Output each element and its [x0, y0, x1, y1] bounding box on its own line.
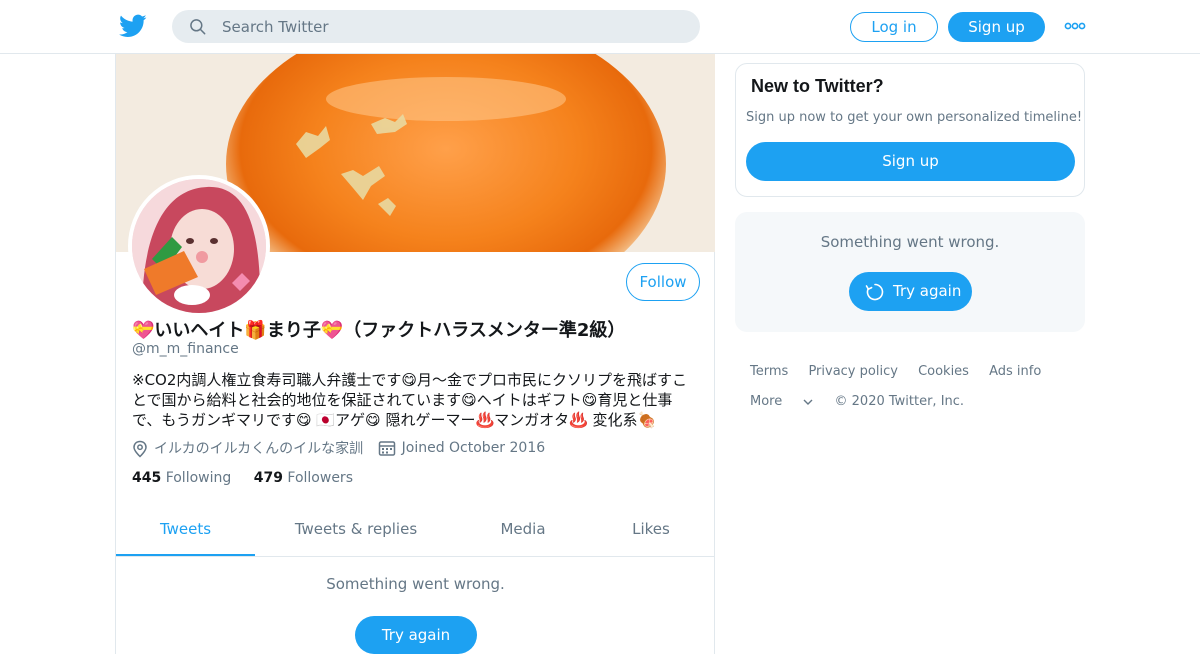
timeline-error-text: Something went wrong. — [326, 575, 505, 593]
profile-bio: ※CO2内調人権立食寿司職人弁護士です😋月〜金でプロ市民にクソリプを飛ばすことで… — [132, 371, 688, 429]
profile-column: Follow 💝いいヘイト🎁まり子💝（ファクトハラスメンター準2級） @m_m_… — [115, 54, 715, 654]
location-pin-icon — [133, 440, 147, 458]
tab-media[interactable]: Media — [476, 510, 570, 556]
footer-link-terms[interactable]: Terms — [750, 364, 788, 379]
new-to-twitter-card: New to Twitter? Sign up now to get your … — [735, 63, 1085, 197]
following-label: Following — [165, 470, 232, 486]
more-dots-icon[interactable] — [1064, 18, 1086, 34]
followers-label: Followers — [287, 470, 353, 486]
tab-likes[interactable]: Likes — [611, 510, 691, 556]
followers-count-link[interactable]: 479 Followers — [254, 470, 353, 486]
top-bar: Log in Sign up — [0, 0, 1200, 54]
sidebar-retry-button[interactable]: Try again — [849, 272, 972, 311]
profile-meta: イルカのイルカくんのイルな家訓 Joined October 2016 — [132, 438, 555, 458]
sidebar-error-card: Something went wrong. Try again — [735, 212, 1085, 332]
search-icon — [190, 19, 206, 35]
location-text: イルカのイルカくんのイルな家訓 — [154, 441, 364, 457]
profile-screen-name[interactable]: @m_m_finance — [132, 341, 239, 357]
refresh-icon — [865, 283, 884, 301]
footer-links: Terms Privacy policy Cookies Ads info Mo… — [750, 362, 1080, 422]
footer-link-privacy[interactable]: Privacy policy — [808, 364, 897, 379]
new-to-twitter-title: New to Twitter? — [751, 76, 884, 96]
tab-tweets[interactable]: Tweets — [116, 510, 255, 556]
search-box[interactable] — [172, 10, 700, 43]
tab-tweets-replies[interactable]: Tweets & replies — [276, 510, 436, 556]
profile-joined: Joined October 2016 — [378, 439, 546, 457]
signup-button[interactable]: Sign up — [948, 12, 1045, 42]
login-button[interactable]: Log in — [850, 12, 938, 42]
twitter-bird-icon[interactable] — [119, 12, 147, 40]
footer-link-ads-info[interactable]: Ads info — [989, 364, 1041, 379]
chevron-down-icon — [803, 399, 813, 405]
following-count-link[interactable]: 445 Following — [132, 470, 231, 486]
followers-count: 479 — [253, 470, 283, 486]
search-input[interactable] — [222, 14, 682, 39]
profile-tabs: Tweets Tweets & replies Media Likes — [116, 510, 715, 557]
sidebar-error-text: Something went wrong. — [820, 233, 1000, 251]
timeline-retry-button[interactable]: Try again — [355, 616, 477, 654]
following-count: 445 — [132, 470, 162, 486]
profile-counts: 445 Following 479 Followers — [132, 470, 371, 486]
joined-text: Joined October 2016 — [401, 440, 546, 456]
calendar-icon — [378, 441, 395, 456]
footer-more-link[interactable]: More — [750, 394, 819, 409]
profile-display-name: 💝いいヘイト🎁まり子💝（ファクトハラスメンター準2級） — [132, 320, 626, 341]
avatar-image — [132, 179, 266, 313]
footer-link-cookies[interactable]: Cookies — [918, 364, 969, 379]
sidebar-signup-button[interactable]: Sign up — [746, 142, 1075, 181]
follow-button[interactable]: Follow — [626, 263, 700, 301]
sidebar-retry-label: Try again — [893, 282, 962, 300]
new-to-twitter-subtitle: Sign up now to get your own personalized… — [746, 110, 1083, 125]
footer-copyright: © 2020 Twitter, Inc. — [834, 394, 965, 409]
footer-more-label: More — [750, 394, 783, 409]
profile-location: イルカのイルカくんのイルな家訓 — [132, 438, 363, 458]
profile-avatar[interactable] — [128, 175, 270, 317]
